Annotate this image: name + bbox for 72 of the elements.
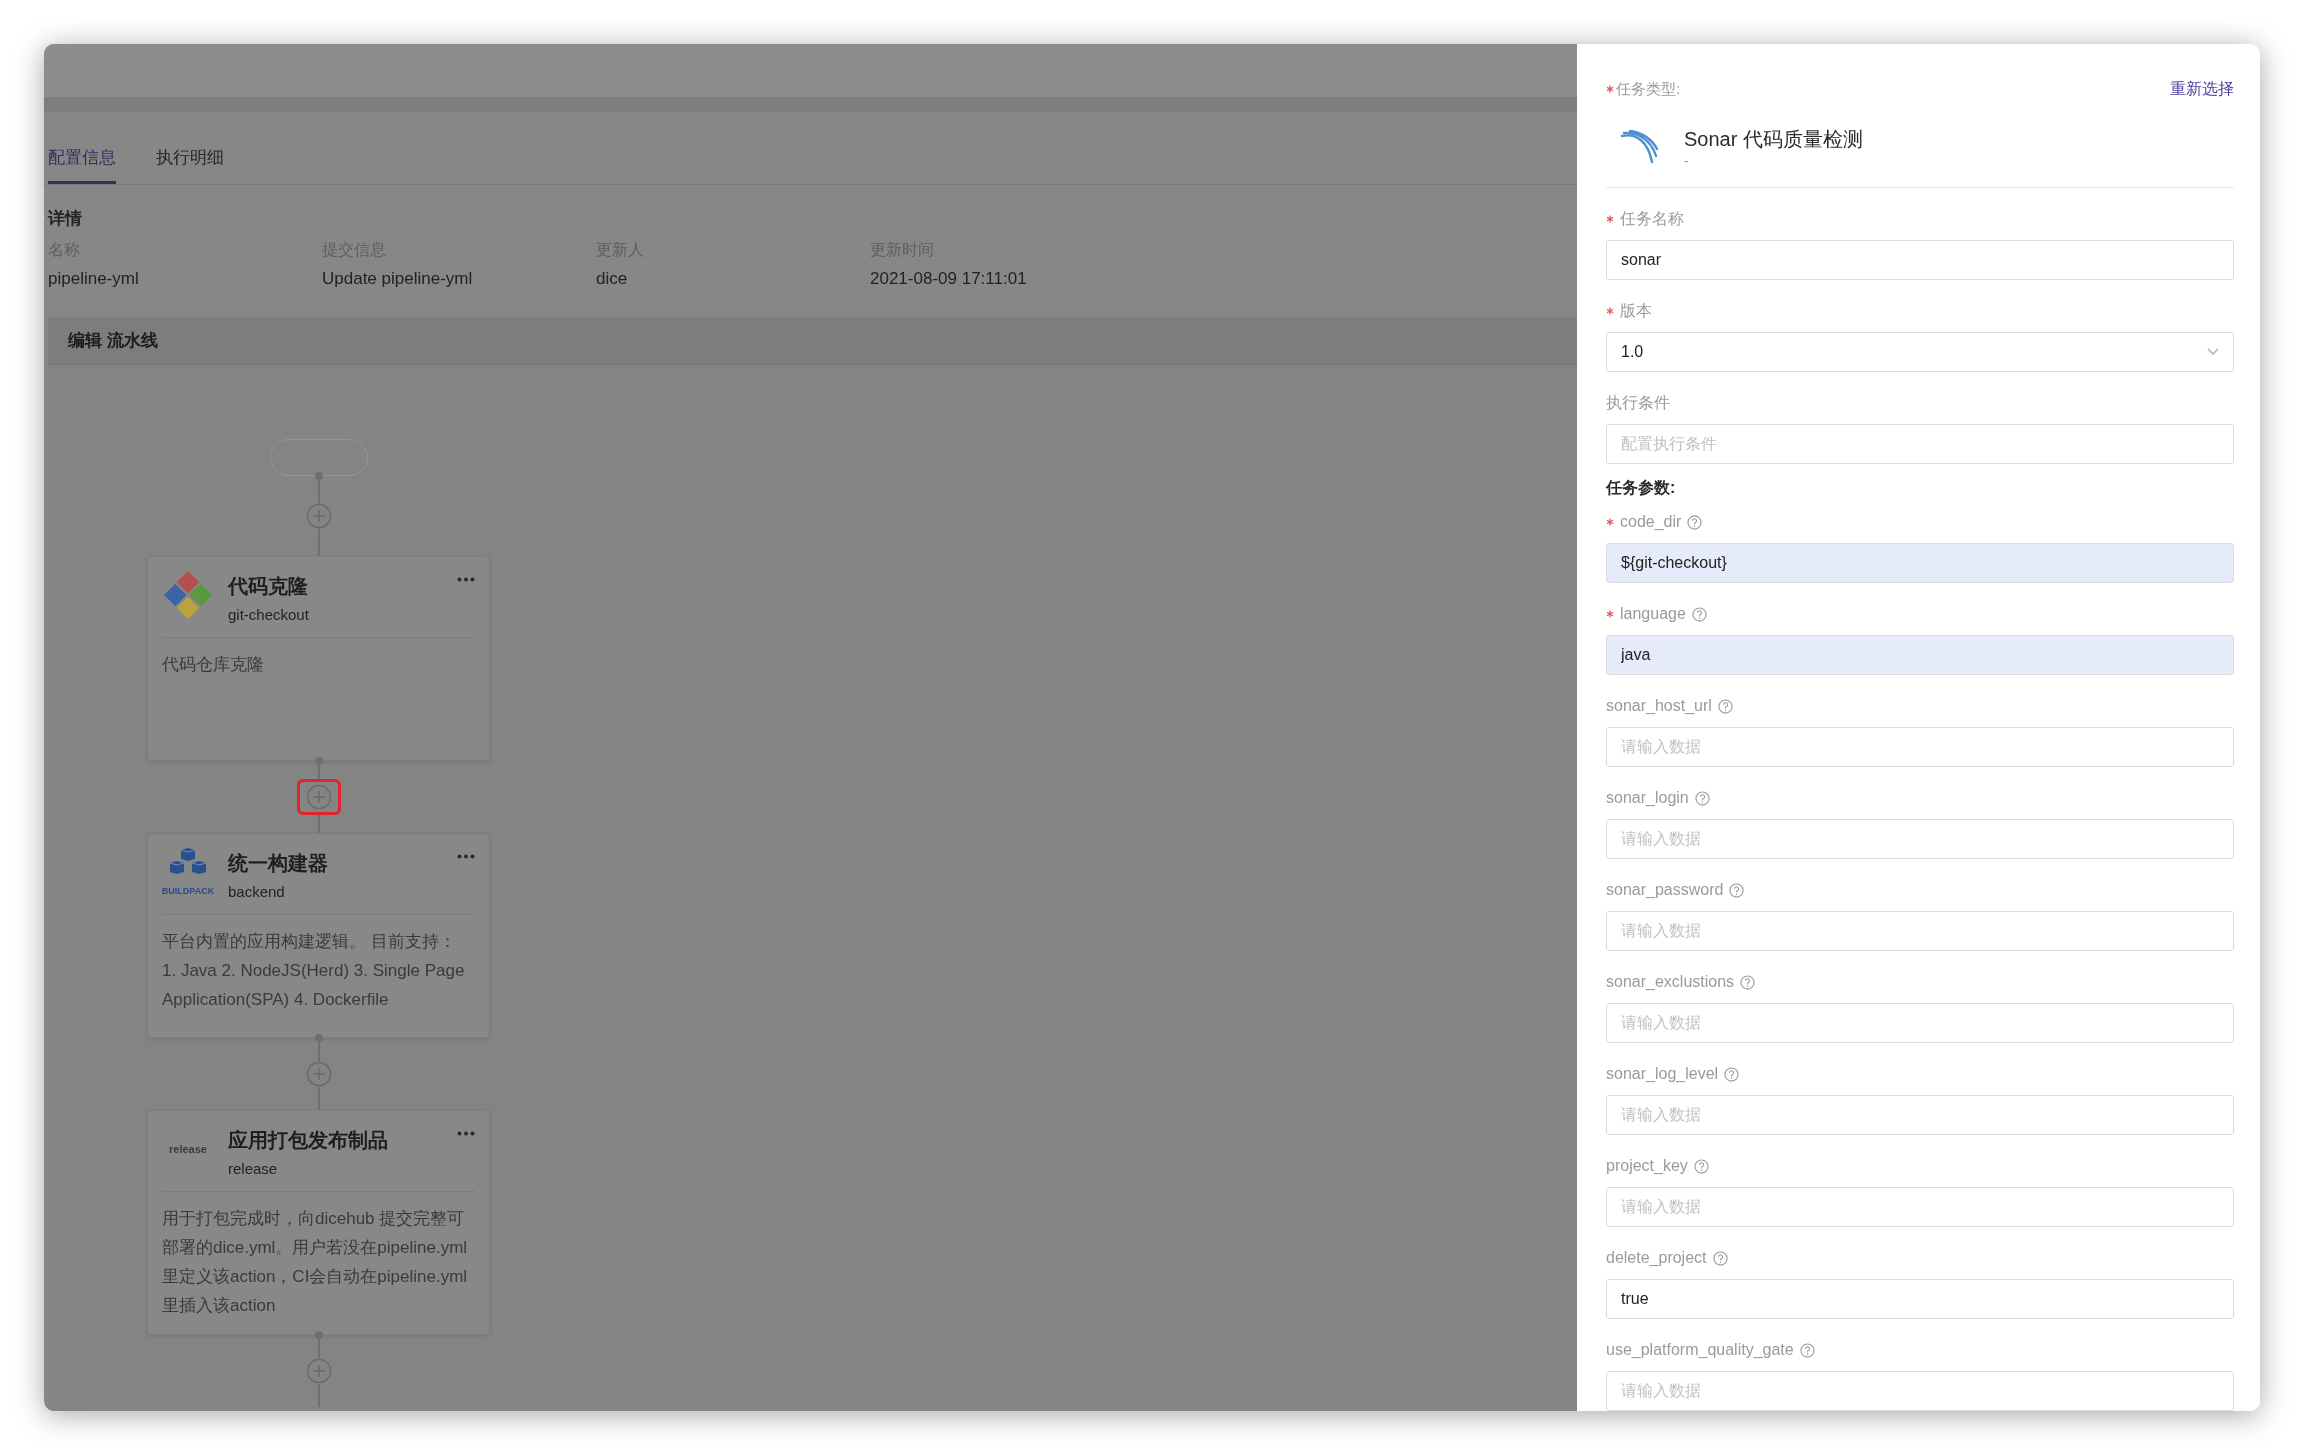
git-logo-icon	[162, 569, 214, 621]
input-field[interactable]: java	[1606, 635, 2234, 675]
chevron-down-icon	[2207, 348, 2219, 356]
task-subtitle: -	[1684, 153, 1690, 169]
add-step-button[interactable]	[305, 503, 332, 529]
detail-value: dice	[596, 269, 629, 289]
help-icon[interactable]	[1729, 882, 1745, 898]
help-icon[interactable]	[1799, 1342, 1815, 1358]
sonar-logo-icon	[1620, 129, 1660, 166]
node-subtitle: git-checkout	[228, 606, 310, 623]
field-label: sonar_password	[1606, 881, 1724, 899]
help-icon[interactable]	[1712, 1250, 1728, 1266]
field-label: sonar_host_url	[1606, 697, 1712, 715]
node-title: 统一构建器	[228, 851, 329, 876]
help-icon[interactable]	[1691, 606, 1707, 622]
field-label: sonar_login	[1606, 789, 1689, 807]
input-field[interactable]: sonar	[1606, 240, 2234, 280]
add-step-button[interactable]	[305, 1358, 332, 1384]
input-field[interactable]: 请输入数据	[1606, 1371, 2234, 1411]
detail-value: 2021-08-09 17:11:01	[870, 269, 1028, 289]
detail-value: Update pipeline-yml	[322, 269, 474, 289]
field-label: sonar_log_level	[1606, 1065, 1719, 1083]
field-label: use_platform_quality_gate	[1606, 1341, 1794, 1359]
input-field[interactable]: true	[1606, 1279, 2234, 1319]
tab[interactable]: 执行明细	[156, 112, 224, 184]
input-field[interactable]: 请输入数据	[1606, 1095, 2234, 1135]
reselect-link[interactable]: 重新选择	[2170, 78, 2234, 100]
node-description: 代码仓库克隆	[162, 654, 265, 676]
add-step-button[interactable]	[296, 779, 341, 815]
version-select[interactable]: 1.0	[1606, 332, 2234, 372]
node-title: 代码克隆	[228, 574, 309, 599]
section-title: 详情	[48, 208, 83, 230]
input-field[interactable]: 配置执行条件	[1606, 424, 2234, 464]
field-label: delete_project	[1606, 1249, 1707, 1267]
help-icon[interactable]	[1693, 1158, 1709, 1174]
node-subtitle: backend	[228, 883, 286, 900]
help-icon[interactable]	[1740, 974, 1756, 990]
panel-title: 编辑 流水线	[68, 330, 158, 352]
node-description: 平台内置的应用构建逻辑。 目前支持： 1. Java 2. NodeJS(Herd) 3. Single Page Application(SPA) 4. Dockerfile	[162, 931, 466, 1011]
field-label: project_key	[1606, 1157, 1688, 1175]
section-heading: 任务参数:	[1606, 478, 1677, 498]
more-icon[interactable]	[457, 577, 475, 582]
field-label: sonar_exclustions	[1606, 973, 1735, 991]
detail-value: pipeline-yml	[48, 269, 140, 289]
input-field[interactable]: ${git-checkout}	[1606, 543, 2234, 583]
pipeline-node-card[interactable]: 代码克隆 git-checkout 代码仓库克隆	[147, 556, 490, 761]
field-label: language	[1620, 605, 1686, 623]
help-icon[interactable]	[1694, 790, 1710, 806]
add-step-button[interactable]	[305, 1061, 332, 1087]
field-label: 任务类型:	[1616, 79, 1681, 99]
more-icon[interactable]	[457, 854, 475, 859]
help-icon[interactable]	[1687, 514, 1703, 530]
task-name: Sonar 代码质量检测	[1684, 127, 1863, 152]
field-label: 执行条件	[1606, 392, 1670, 413]
release-wordmark: release	[169, 1143, 207, 1155]
input-field[interactable]: 请输入数据	[1606, 1187, 2234, 1227]
input-field[interactable]: 请输入数据	[1606, 1003, 2234, 1043]
pipeline-node-card[interactable]: BUILDPACK 统一构建器 backend 平台内置的应用构建逻辑。 目前支持： 1. Java 2. NodeJS(Herd) 3. Single Page Application(SPA) 4. Dockerfile	[147, 833, 490, 1038]
field-label: 版本	[1620, 300, 1652, 321]
help-icon[interactable]	[1717, 698, 1733, 714]
field-label: code_dir	[1620, 513, 1682, 531]
node-title: 应用打包发布制品	[228, 1128, 389, 1153]
input-field[interactable]: 请输入数据	[1606, 911, 2234, 951]
input-field[interactable]: 请输入数据	[1606, 727, 2234, 767]
help-icon[interactable]	[1724, 1066, 1740, 1082]
more-icon[interactable]	[457, 1131, 475, 1136]
node-subtitle: release	[228, 1160, 279, 1177]
tab[interactable]: 配置信息	[48, 112, 116, 184]
node-description: 用于打包完成时，向dicehub 提交完整可部署的dice.yml。用户若没在pipeline.yml里定义该action，CI会自动在pipeline.yml里插入该action	[162, 1208, 469, 1317]
field-label: 任务名称	[1620, 208, 1684, 229]
input-field[interactable]: 请输入数据	[1606, 819, 2234, 859]
pipeline-node-card[interactable]: release 应用打包发布制品 release 用于打包完成时，向dicehub 提交完整可部署的dice.yml。用户若没在pipeline.yml里定义该action，CI会自动在pipeline.yml里插入该action	[147, 1110, 490, 1335]
